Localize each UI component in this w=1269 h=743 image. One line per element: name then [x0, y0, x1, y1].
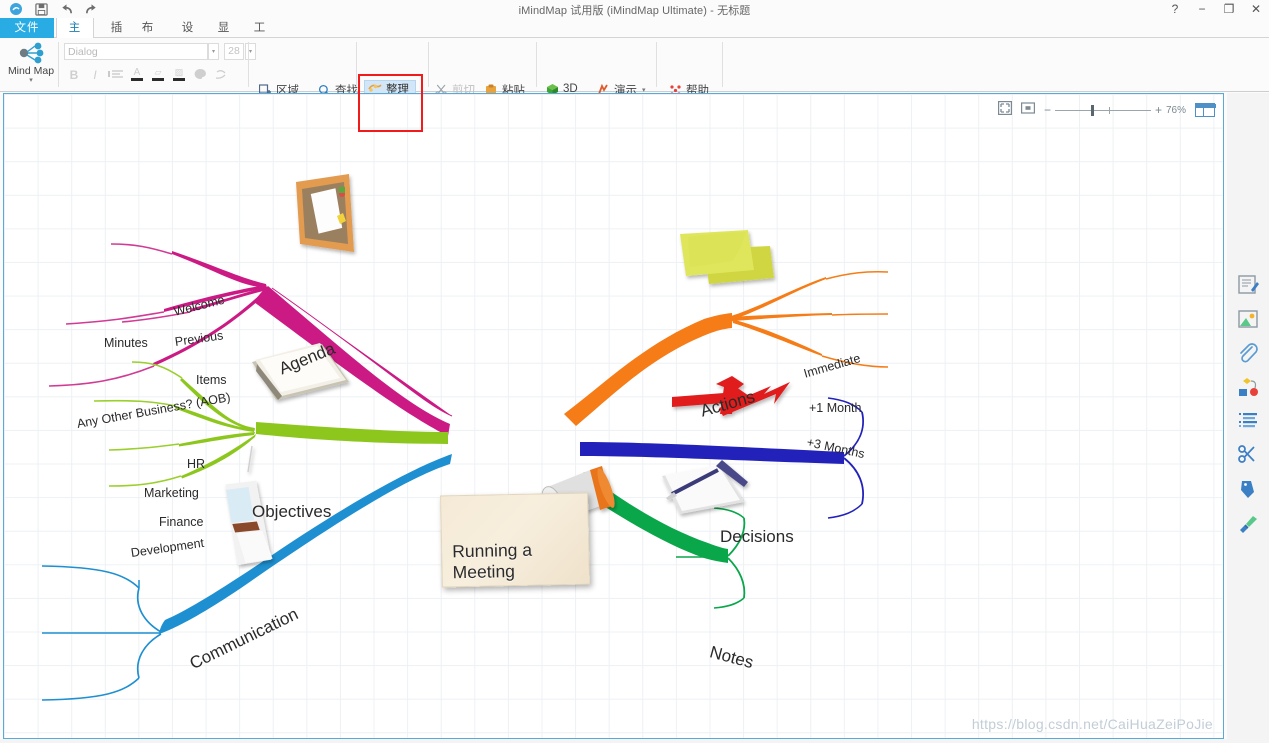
zoom-slider-tick	[1108, 107, 1110, 114]
help-button[interactable]: ?	[1168, 1, 1182, 17]
attachment-icon[interactable]	[1236, 341, 1260, 365]
subbranch-comm-3	[136, 633, 162, 679]
tab-home[interactable]: 主页	[56, 18, 94, 54]
note-editor-icon[interactable]	[1236, 273, 1260, 297]
font-color-button[interactable]: A	[127, 65, 147, 84]
subbranch-finance-tail	[108, 443, 180, 451]
mindmap-drawing	[41, 174, 889, 701]
outline-icon[interactable]	[1236, 409, 1260, 433]
font-family-input[interactable]: Dialog	[64, 43, 208, 60]
subbranch-3months	[732, 319, 822, 356]
scissors-icon[interactable]	[1236, 443, 1260, 467]
node-finance[interactable]: Finance	[159, 515, 203, 529]
title-bar: iMindMap 试用版 (iMindMap Ultimate) - 无标题 ?…	[0, 0, 1269, 18]
node-hr[interactable]: HR	[187, 457, 205, 471]
status-bar	[0, 739, 1269, 743]
zoom-in-button[interactable]: +	[1155, 103, 1162, 117]
right-dock	[1227, 93, 1269, 739]
corkboard-image	[296, 174, 354, 252]
brush-icon[interactable]	[1236, 511, 1260, 535]
watermark-text: https://blog.csdn.net/CaiHuaZeiPoJie	[971, 716, 1213, 732]
fill-color-button[interactable]: ▨	[169, 65, 189, 84]
subbranch-dec-3	[843, 457, 864, 505]
zoom-out-button[interactable]: −	[1044, 103, 1051, 117]
subbranch-welcome-tail	[110, 243, 173, 255]
palette-icon[interactable]	[190, 65, 210, 84]
ribbon-separator	[248, 42, 249, 87]
ribbon-separator	[722, 42, 723, 87]
format-painter-icon[interactable]	[211, 65, 231, 84]
node-items[interactable]: Items	[196, 373, 227, 387]
align-button[interactable]	[106, 65, 126, 84]
tab-display[interactable]: 显示	[204, 18, 244, 54]
font-size-dropdown-icon[interactable]: ▾	[245, 43, 256, 60]
branch-decisions-trunk	[580, 442, 844, 464]
font-family-dropdown-icon[interactable]: ▾	[208, 43, 219, 60]
mind-map-caret-icon[interactable]: ▾	[6, 76, 56, 84]
node-1month[interactable]: +1 Month	[809, 401, 861, 415]
font-format-row: B I A ▱ ▨	[64, 65, 231, 84]
ribbon: Mind Map ▾ Dialog ▾ 28 ▾ B I A ▱ ▨ 区域 查找…	[0, 38, 1269, 132]
bold-button[interactable]: B	[64, 65, 84, 84]
ribbon-tabs: 文件 主页 插入 布局 设计 显示 工具	[0, 18, 1269, 54]
node-objectives[interactable]: Objectives	[252, 502, 331, 522]
ribbon-separator	[536, 42, 537, 87]
subbranch-immediate	[731, 277, 826, 320]
center-node[interactable]: Running a Meeting	[440, 492, 590, 588]
subbranch-minutes-tail	[65, 311, 165, 325]
window-title: iMindMap 试用版 (iMindMap Ultimate) - 无标题	[518, 5, 751, 17]
window-controls: ? − ❐ ✕	[1168, 1, 1263, 17]
mindmap-canvas[interactable]: − + 76% Running a Meeting Agenda Welcome…	[3, 93, 1224, 739]
mind-map-icon	[11, 42, 51, 64]
branch-objectives-trunk	[256, 422, 448, 444]
ribbon-separator	[428, 42, 429, 87]
center-node-label: Running a Meeting	[452, 539, 533, 583]
image-icon[interactable]	[1236, 307, 1260, 331]
imindmap-window: iMindMap 试用版 (iMindMap Ultimate) - 无标题 ?…	[0, 0, 1269, 743]
font-size-input[interactable]: 28	[224, 43, 244, 60]
tag-icon[interactable]	[1236, 477, 1260, 501]
italic-button[interactable]: I	[85, 65, 105, 84]
minimize-button[interactable]: −	[1195, 1, 1209, 17]
subbranch-development-tail	[108, 475, 182, 487]
node-marketing[interactable]: Marketing	[144, 486, 199, 500]
fit-to-screen-icon[interactable]	[997, 100, 1012, 120]
ribbon-separator	[58, 42, 59, 87]
tab-layout[interactable]: 布局	[128, 18, 168, 54]
zoom-slider-track[interactable]	[1054, 105, 1151, 116]
node-decisions[interactable]: Decisions	[720, 527, 794, 547]
node-minutes[interactable]: Minutes	[104, 336, 148, 350]
zoom-slider-knob[interactable]	[1090, 105, 1094, 116]
subbranch-notes-3	[727, 557, 746, 599]
subbranch-comm-1	[136, 587, 162, 633]
ribbon-separator	[656, 42, 657, 87]
focus-icon[interactable]	[1020, 101, 1035, 120]
pen-paper-image	[662, 460, 748, 514]
page-view-icon[interactable]	[1195, 103, 1216, 117]
tab-tools[interactable]: 工具	[240, 18, 280, 54]
restore-button[interactable]: ❐	[1222, 1, 1236, 17]
mind-map-button[interactable]: Mind Map ▾	[6, 38, 56, 91]
close-button[interactable]: ✕	[1249, 1, 1263, 17]
subbranch-aob-tail	[48, 365, 155, 387]
subbranch-welcome	[172, 251, 267, 288]
font-group: Dialog ▾ 28 ▾ B I A ▱ ▨	[60, 38, 256, 91]
tab-design[interactable]: 设计	[168, 18, 208, 54]
ribbon-separator	[356, 42, 357, 87]
zoom-level-label: 76%	[1165, 104, 1186, 116]
relationship-icon[interactable]	[1236, 375, 1260, 399]
branch-color-button[interactable]: ▱	[148, 65, 168, 84]
tab-file[interactable]: 文件	[0, 18, 54, 38]
canvas-toolbar: − + 76%	[997, 99, 1216, 121]
zoom-slider-control[interactable]: − + 76%	[1044, 103, 1186, 117]
sticky-notes-image	[680, 230, 774, 284]
